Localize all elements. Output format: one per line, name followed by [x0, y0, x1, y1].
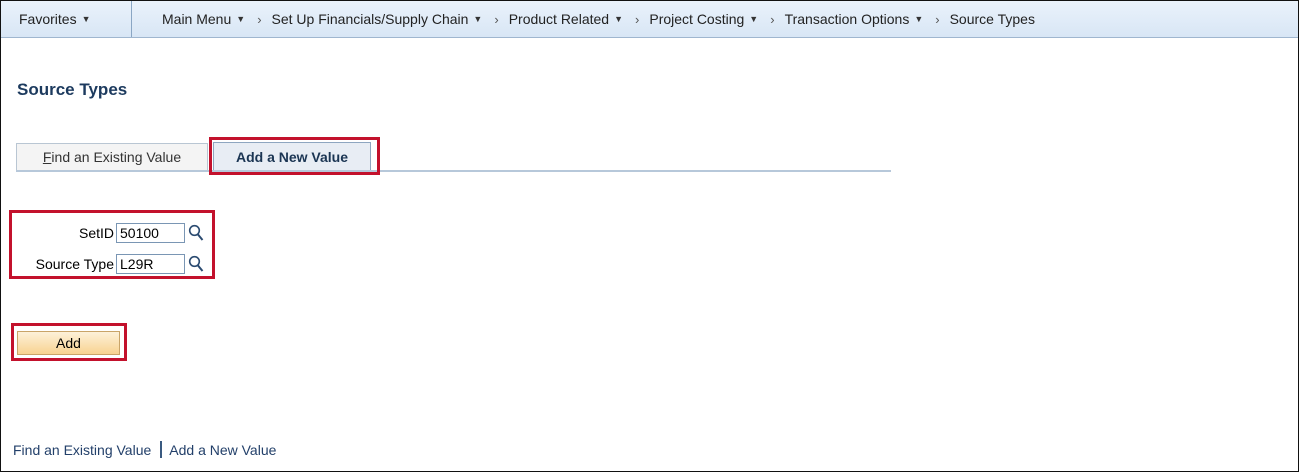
chevron-down-icon: ▼	[81, 14, 91, 24]
breadcrumb-label: Transaction Options	[784, 11, 910, 27]
chevron-right-icon: ›	[935, 11, 940, 27]
footer-links: Find an Existing Value Add a New Value	[13, 441, 276, 458]
chevron-right-icon: ›	[257, 11, 262, 27]
tab-find-hotkey: F	[42, 149, 52, 165]
tab-underline	[16, 170, 891, 172]
add-button[interactable]: Add	[17, 331, 120, 355]
chevron-right-icon: ›	[635, 11, 640, 27]
breadcrumb: Main Menu ▼ › Set Up Financials/Supply C…	[132, 11, 1035, 27]
breadcrumb-label: Product Related	[508, 11, 610, 27]
breadcrumb-setup-financials[interactable]: Set Up Financials/Supply Chain ▼	[272, 11, 483, 27]
tab-add-label: Add a New Value	[235, 149, 349, 165]
tab-find-existing-value[interactable]: Find an Existing Value	[16, 143, 208, 170]
breadcrumb-label: Source Types	[949, 11, 1035, 27]
setid-input[interactable]	[116, 223, 185, 243]
chevron-down-icon: ▼	[614, 14, 624, 24]
favorites-menu[interactable]: Favorites ▼	[1, 1, 132, 37]
breadcrumb-label: Project Costing	[649, 11, 745, 27]
breadcrumb-project-costing[interactable]: Project Costing ▼	[649, 11, 758, 27]
chevron-down-icon: ▼	[473, 14, 483, 24]
breadcrumb-label: Set Up Financials/Supply Chain	[271, 11, 469, 27]
top-navigation-bar: Favorites ▼ Main Menu ▼ › Set Up Financi…	[1, 1, 1298, 38]
chevron-down-icon: ▼	[236, 14, 246, 24]
chevron-right-icon: ›	[494, 11, 499, 27]
breadcrumb-label: Main Menu	[162, 11, 232, 27]
page-title: Source Types	[17, 80, 128, 99]
breadcrumb-transaction-options[interactable]: Transaction Options ▼	[785, 11, 924, 27]
chevron-down-icon: ▼	[914, 14, 924, 24]
link-divider	[160, 441, 163, 458]
chevron-right-icon: ›	[770, 11, 775, 27]
tab-add-new-value[interactable]: Add a New Value	[213, 142, 371, 171]
chevron-down-icon: ▼	[749, 14, 759, 24]
lookup-icon[interactable]	[188, 224, 204, 242]
source-type-label: Source Type	[35, 256, 114, 272]
breadcrumb-product-related[interactable]: Product Related ▼	[509, 11, 623, 27]
breadcrumb-source-types[interactable]: Source Types	[950, 11, 1035, 27]
favorites-label: Favorites	[19, 11, 77, 27]
footer-add-new-link[interactable]: Add a New Value	[169, 442, 276, 458]
footer-find-existing-link[interactable]: Find an Existing Value	[13, 442, 151, 458]
source-type-input[interactable]	[116, 254, 185, 274]
lookup-icon[interactable]	[188, 255, 204, 273]
breadcrumb-main-menu[interactable]: Main Menu ▼	[162, 11, 245, 27]
tab-find-label: ind an Existing Value	[51, 149, 182, 165]
setid-label: SetID	[78, 225, 114, 241]
